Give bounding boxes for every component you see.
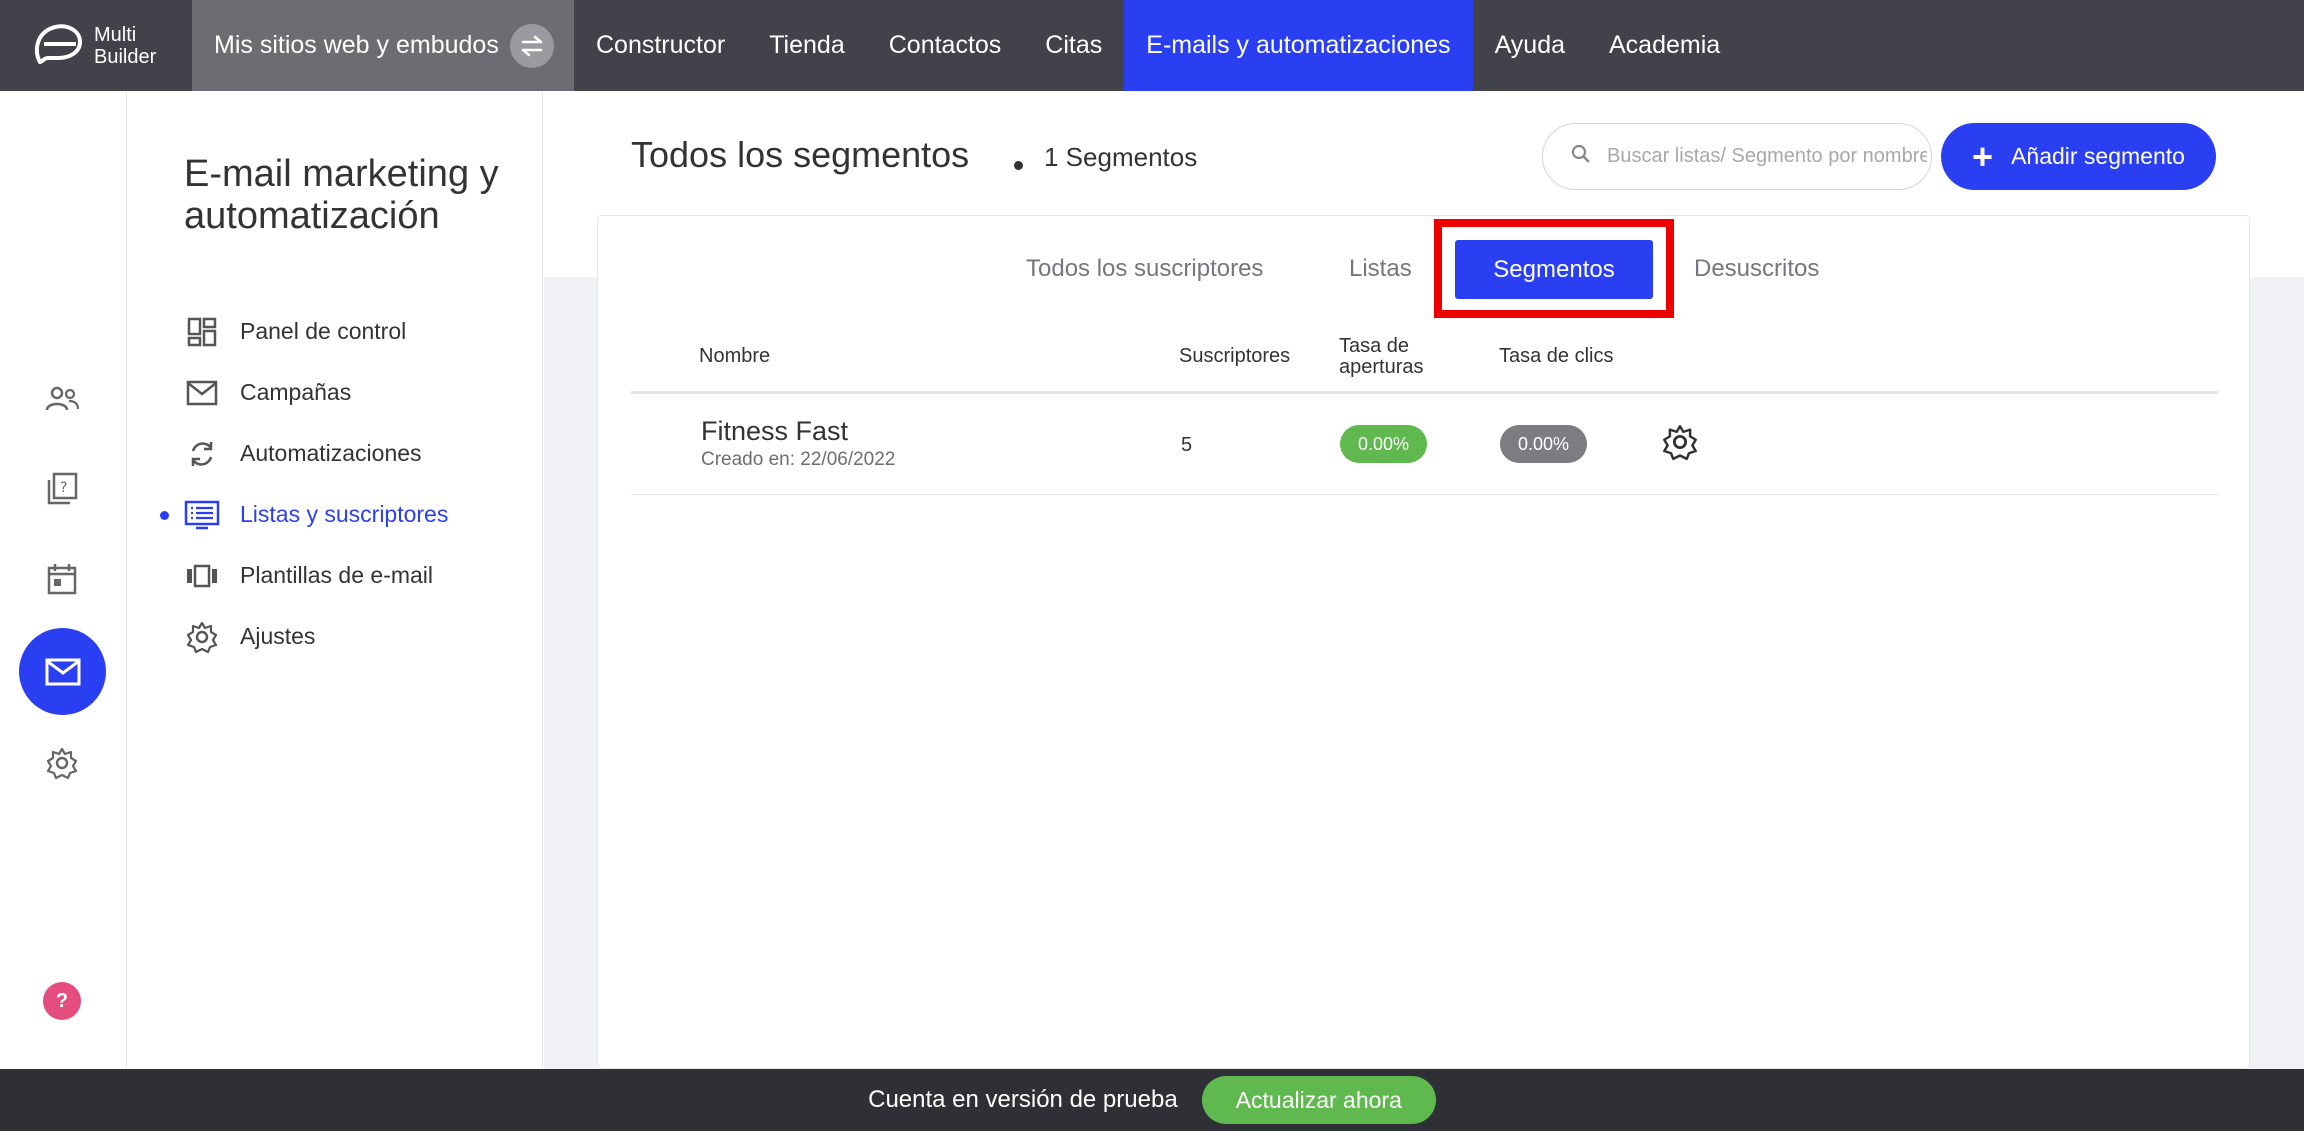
tab-segmentos[interactable]: Segmentos (1455, 240, 1653, 299)
segment-created-date: Creado en: 22/06/2022 (701, 449, 896, 470)
sidebar-item-label: Campañas (240, 379, 352, 405)
tab-listas[interactable]: Listas (1349, 255, 1412, 283)
nav-citas[interactable]: Citas (1023, 0, 1124, 91)
sidebar-item-label: Automatizaciones (240, 440, 422, 466)
top-navigation: Multi Builder Mis sitios web y embudos C… (0, 0, 2304, 91)
sidebar-item-plantillas-de-email[interactable]: Plantillas de e-mail (128, 545, 543, 606)
add-segment-label: Añadir segmento (2011, 143, 2185, 169)
sidebar-item-label: Panel de control (240, 318, 407, 344)
brand-name-line1: Multi (94, 23, 137, 46)
search-icon (1571, 144, 1591, 169)
plus-icon: + (1972, 135, 1994, 177)
sidebar-item-automatizaciones[interactable]: Automatizaciones (128, 423, 543, 484)
search-box[interactable] (1542, 123, 1932, 190)
column-header-line: Tasa de (1339, 335, 1410, 357)
brand-logo[interactable]: Multi Builder (0, 0, 192, 91)
sidebar-item-ajustes[interactable]: Ajustes (128, 606, 543, 667)
sidebar-item-panel-de-control[interactable]: Panel de control (128, 301, 543, 362)
sites-and-funnels-menu[interactable]: Mis sitios web y embudos (192, 0, 574, 91)
column-header-tasa-de-clics[interactable]: Tasa de clics (1499, 346, 1614, 367)
nav-emails-automatizaciones[interactable]: E-mails y automatizaciones (1124, 0, 1473, 91)
open-rate-badge: 0.00% (1340, 425, 1427, 463)
add-segment-button[interactable]: + Añadir segmento (1941, 123, 2216, 190)
sidebar-item-label: Ajustes (240, 623, 316, 649)
svg-text:?: ? (60, 480, 67, 496)
nav-academia[interactable]: Academia (1587, 0, 1742, 91)
upgrade-button[interactable]: Actualizar ahora (1201, 1076, 1436, 1124)
templates-icon (184, 558, 220, 594)
tab-todos-los-suscriptores[interactable]: Todos los suscriptores (1026, 255, 1263, 283)
sidebar-item-campanas[interactable]: Campañas (128, 362, 543, 423)
column-header-line: aperturas (1339, 356, 1424, 378)
title-separator (1014, 161, 1023, 170)
sidebar-item-label: Listas y suscriptores (240, 501, 449, 527)
contacts-icon[interactable] (38, 375, 86, 423)
segment-name-link[interactable]: Fitness Fast (701, 416, 848, 447)
brand-name-line2: Builder (94, 45, 157, 68)
sites-label: Mis sitios web y embudos (214, 31, 499, 59)
sidebar-item-label: Plantillas de e-mail (240, 562, 434, 588)
multibuilder-logo-icon (34, 23, 83, 64)
calendar-icon[interactable] (38, 555, 86, 603)
search-input[interactable] (1607, 145, 1927, 168)
nav-ayuda[interactable]: Ayuda (1473, 0, 1587, 91)
section-sidebar: E-mail marketing y automatización Panel … (128, 91, 543, 1069)
content-card (597, 215, 2250, 1069)
mail-icon[interactable] (19, 628, 106, 715)
nav-tienda[interactable]: Tienda (747, 0, 867, 91)
help-button[interactable]: ? (43, 982, 81, 1020)
sidebar-menu: Panel de control Campañas Automatizacion… (128, 301, 543, 667)
segment-count: 1 Segmentos (1044, 142, 1198, 172)
segment-settings-gear-icon[interactable] (1662, 424, 1698, 461)
trial-bar: Cuenta en versión de prueba Actualizar a… (0, 1069, 2304, 1131)
sidebar-item-listas-y-suscriptores[interactable]: Listas y suscriptores (128, 484, 543, 545)
main-nav: Constructor Tienda Contactos Citas E-mai… (574, 0, 1742, 91)
trial-text: Cuenta en versión de prueba (868, 1086, 1178, 1113)
refresh-icon (184, 436, 220, 472)
nav-constructor[interactable]: Constructor (574, 0, 747, 91)
segment-subscribers-count: 5 (1181, 434, 1193, 456)
nav-contactos[interactable]: Contactos (867, 0, 1024, 91)
table-header-divider (631, 391, 2218, 394)
click-rate-badge: 0.00% (1500, 425, 1587, 463)
icon-rail: ? ? (0, 91, 127, 1069)
column-header-nombre[interactable]: Nombre (699, 346, 770, 367)
mail-icon (184, 375, 220, 411)
help-book-icon[interactable]: ? (38, 465, 86, 513)
tab-desuscritos[interactable]: Desuscritos (1694, 255, 1819, 283)
page-title: Todos los segmentos (631, 134, 970, 175)
gear-icon[interactable] (38, 739, 86, 787)
sidebar-title: E-mail marketing y automatización (184, 153, 499, 237)
column-header-suscriptores[interactable]: Suscriptores (1179, 346, 1290, 367)
column-header-tasa-aperturas[interactable]: Tasa de aperturas (1339, 336, 1424, 378)
list-icon (184, 497, 220, 533)
gear-icon (184, 619, 220, 655)
swap-icon[interactable] (510, 23, 554, 68)
active-indicator (160, 511, 169, 520)
table-row-divider (631, 494, 2218, 495)
dashboard-icon (184, 314, 220, 350)
